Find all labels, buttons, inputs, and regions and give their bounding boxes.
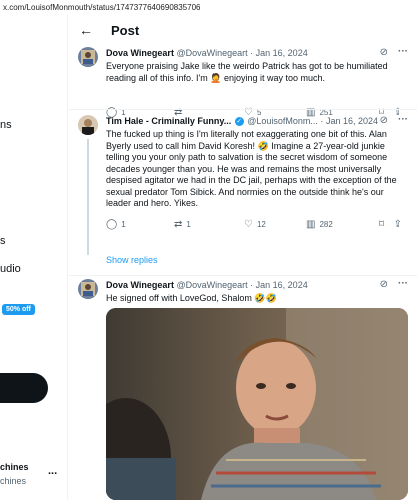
divider	[69, 109, 417, 110]
separator-dot: ·	[320, 116, 324, 126]
arrow-left-icon[interactable]: ←	[79, 22, 93, 38]
heart-icon: ♡	[244, 219, 253, 230]
tweet-header: Dova Winegeart @DovaWinegeart · Jan 16, …	[106, 48, 308, 58]
repost-button[interactable]: ⇄ 1	[174, 219, 191, 230]
grok-icon[interactable]: ⊘	[380, 279, 388, 290]
sidebar-item-label[interactable]: udio	[0, 263, 21, 275]
grok-icon[interactable]: ⊘	[380, 115, 388, 126]
thread-line	[87, 139, 89, 255]
tweet-header: Dova Winegeart @DovaWinegeart · Jan 16, …	[106, 280, 308, 290]
tweet-text: Everyone praising Jake like the weirdo P…	[106, 61, 388, 83]
sidebar: ns s udio 50% off chines chines ...	[0, 15, 68, 500]
author-name[interactable]: Dova Winegeart	[106, 280, 174, 290]
more-icon[interactable]: ···	[398, 46, 408, 57]
sidebar-item-label[interactable]: ns	[0, 119, 12, 131]
divider	[69, 275, 417, 276]
author-handle[interactable]: @LouisofMonm...	[247, 116, 318, 126]
author-name[interactable]: Dova Winegeart	[106, 48, 174, 58]
like-button[interactable]: ♡ 12	[244, 219, 266, 230]
page-header: ← Post	[69, 15, 417, 45]
views-button[interactable]: ▥ 282	[306, 219, 333, 230]
account-name[interactable]: chines	[0, 462, 29, 472]
discount-badge[interactable]: 50% off	[2, 304, 35, 315]
avatar[interactable]	[78, 279, 98, 299]
avatar[interactable]	[78, 47, 98, 67]
tweet-media[interactable]	[106, 308, 408, 500]
separator-dot: ·	[250, 280, 254, 290]
sidebar-item-label[interactable]: s	[0, 235, 6, 247]
views-icon: ▥	[306, 219, 316, 230]
author-handle[interactable]: @DovaWinegeart	[176, 280, 247, 290]
more-icon[interactable]: ···	[398, 278, 408, 289]
separator-dot: ·	[250, 48, 254, 58]
reply-count: 1	[121, 220, 126, 229]
tweet-text: The fucked up thing is I'm literally not…	[106, 129, 397, 208]
verified-icon: ✓	[234, 117, 244, 127]
page-title: Post	[111, 23, 140, 38]
tweet-text: He signed off with LoveGod, Shalom 🤣🤣	[106, 293, 277, 303]
repost-icon: ⇄	[174, 219, 183, 230]
account-handle: chines	[0, 476, 27, 486]
reply-button[interactable]: ◯ 1	[106, 219, 126, 230]
media-image	[106, 308, 408, 500]
address-bar[interactable]: x.com/LouisofMonmouth/status/17473776406…	[0, 0, 417, 15]
account-more-icon[interactable]: ...	[48, 465, 57, 477]
views-count: 282	[319, 220, 333, 229]
bookmark-icon[interactable]: ⌑	[379, 219, 384, 230]
tweet-date[interactable]: Jan 16, 2024	[256, 48, 308, 58]
post-button[interactable]	[0, 373, 48, 403]
tweet[interactable]: Tim Hale - Criminally Funny... ✓ @Louiso…	[69, 113, 417, 263]
main-column: ← Post Dova Winegeart @DovaWinegeart · J…	[69, 15, 417, 500]
show-replies-link[interactable]: Show replies	[106, 255, 158, 265]
share-icon[interactable]: ⇪	[394, 219, 402, 230]
author-name[interactable]: Tim Hale - Criminally Funny...	[106, 116, 231, 126]
grok-icon[interactable]: ⊘	[380, 47, 388, 58]
reply-icon: ◯	[106, 219, 118, 230]
avatar[interactable]	[78, 115, 98, 135]
tweet-header: Tim Hale - Criminally Funny... ✓ @Louiso…	[106, 116, 378, 127]
author-handle[interactable]: @DovaWinegeart	[176, 48, 247, 58]
tweet-actions: ◯ 1 ⇄ 1 ♡ 12 ▥ 282 ⌑ ⇪	[106, 219, 406, 233]
repost-count: 1	[186, 220, 191, 229]
more-icon[interactable]: ···	[398, 114, 408, 125]
like-count: 12	[256, 220, 266, 229]
tweet-date[interactable]: Jan 16, 2024	[256, 280, 308, 290]
tweet-date[interactable]: Jan 16, 2024	[326, 116, 378, 126]
